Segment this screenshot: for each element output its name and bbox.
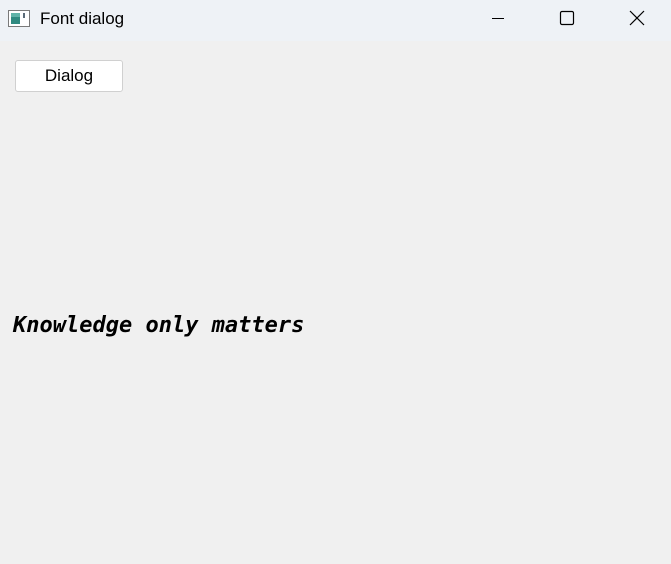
close-icon <box>629 10 645 31</box>
minimize-icon <box>490 10 506 31</box>
minimize-button[interactable] <box>463 0 533 40</box>
dialog-button[interactable]: Dialog <box>15 60 123 92</box>
client-area: Dialog Knowledge only matters <box>0 41 671 564</box>
maximize-button[interactable] <box>532 0 602 40</box>
close-button[interactable] <box>602 0 671 40</box>
window-title: Font dialog <box>40 9 125 28</box>
sample-text-label: Knowledge only matters <box>13 313 305 338</box>
font-dialog-window: Font dialog Dialog Knowledge only matter… <box>0 0 671 564</box>
maximize-icon <box>559 10 575 31</box>
app-window-icon <box>8 10 30 27</box>
title-bar[interactable]: Font dialog <box>0 0 671 41</box>
